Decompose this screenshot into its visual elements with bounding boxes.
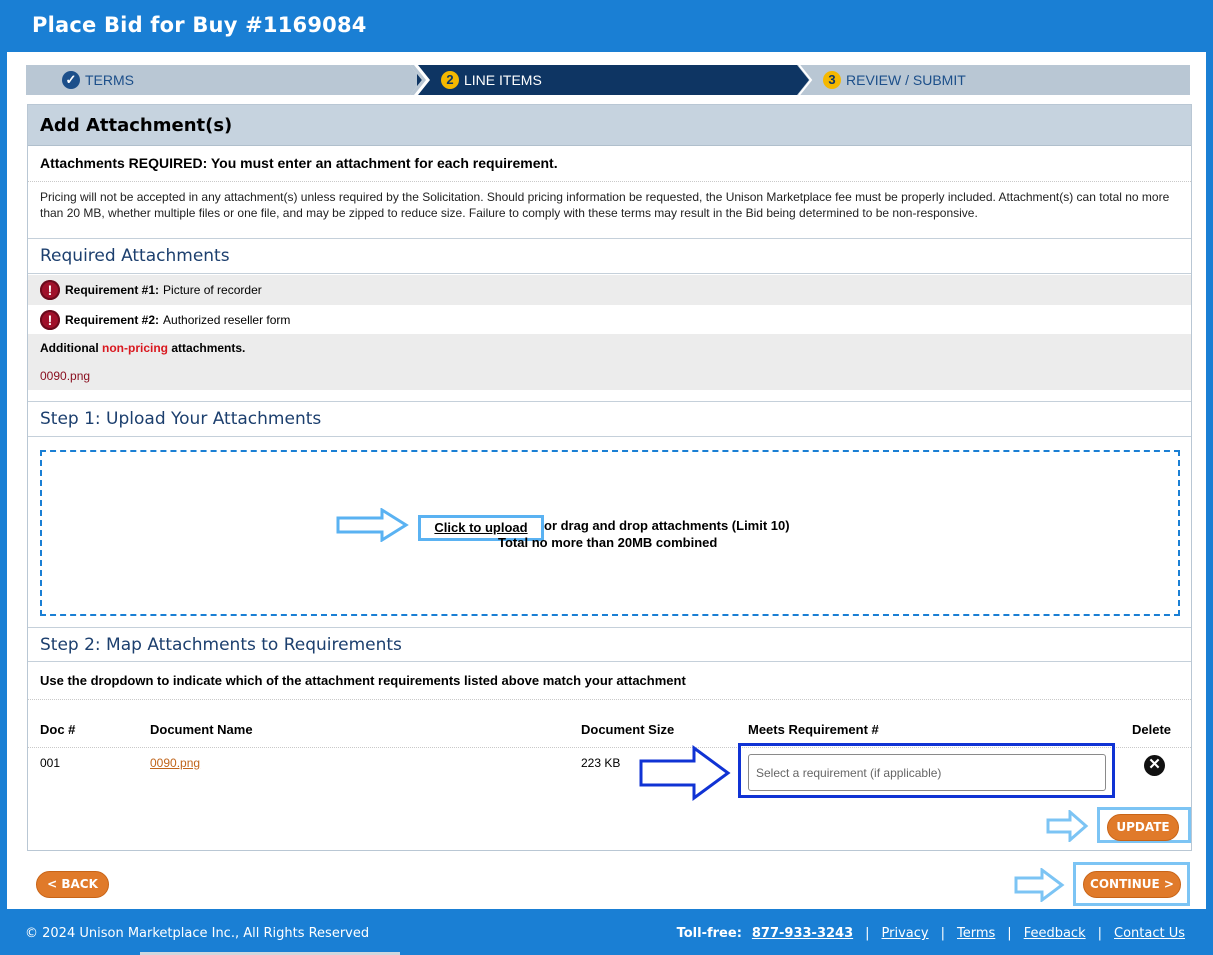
progress-steps: ✓ TERMS 2 LINE ITEMS 3 REVIEW / SUBMIT xyxy=(26,65,1190,95)
update-button[interactable]: UPDATE xyxy=(1107,814,1179,841)
requirement-text: Picture of recorder xyxy=(163,283,262,297)
additional-attachments: Additional non-pricing attachments. 0090… xyxy=(28,334,1191,390)
terms-link[interactable]: Terms xyxy=(957,926,995,941)
requirement-select[interactable]: Select a requirement (if applicable) xyxy=(748,754,1106,791)
separator: | xyxy=(940,926,945,941)
page-title: Place Bid for Buy #1169084 xyxy=(32,13,367,37)
copyright: © 2024 Unison Marketplace Inc., All Righ… xyxy=(25,926,370,941)
chevron-divider-icon xyxy=(794,65,813,95)
back-button[interactable]: < BACK xyxy=(36,871,109,898)
arrow-right-icon xyxy=(639,745,731,801)
required-attachments-title: Required Attachments xyxy=(40,246,230,266)
upload-size-limit: Total no more than 20MB combined xyxy=(498,535,718,550)
upload-dropzone[interactable] xyxy=(40,450,1180,616)
requirement-row: ! Requirement #1: Picture of recorder xyxy=(28,275,1191,305)
step-review-submit: 3 REVIEW / SUBMIT xyxy=(823,65,966,95)
close-circle-icon[interactable]: ✕ xyxy=(1144,755,1165,776)
additional-label: Additional non-pricing attachments. xyxy=(40,341,245,355)
footer: © 2024 Unison Marketplace Inc., All Righ… xyxy=(0,909,1213,955)
chevron-divider-icon xyxy=(410,65,430,95)
additional-file: 0090.png xyxy=(40,369,91,383)
step-number-badge: 2 xyxy=(441,71,459,89)
arrow-right-icon xyxy=(336,508,409,542)
separator: | xyxy=(865,926,870,941)
step-terms: ✓ TERMS xyxy=(62,65,134,95)
feedback-link[interactable]: Feedback xyxy=(1024,926,1086,941)
non-pricing-highlight: non-pricing xyxy=(102,341,169,355)
separator: | xyxy=(1007,926,1012,941)
left-border xyxy=(0,0,7,955)
panel-header: Add Attachment(s) xyxy=(28,105,1191,146)
step1-title: Step 1: Upload Your Attachments xyxy=(40,409,322,429)
document-name-link[interactable]: 0090.png xyxy=(150,756,200,770)
requirement-row: ! Requirement #2: Authorized reseller fo… xyxy=(28,305,1191,335)
privacy-link[interactable]: Privacy xyxy=(882,926,929,941)
requirement-label: Requirement #2: xyxy=(65,313,160,327)
header-bar: Place Bid for Buy #1169084 xyxy=(0,0,1213,52)
phone-link[interactable]: 877-933-3243 xyxy=(752,926,853,941)
alert-icon: ! xyxy=(40,280,60,300)
separator: | xyxy=(1097,926,1102,941)
additional-prefix: Additional xyxy=(40,341,99,355)
contact-us-link[interactable]: Contact Us xyxy=(1114,926,1185,941)
pricing-note: Pricing will not be accepted in any atta… xyxy=(40,190,1170,220)
step-number-badge: 3 xyxy=(823,71,841,89)
doc-number-cell: 001 xyxy=(40,756,61,770)
divider xyxy=(28,401,1191,402)
document-size-cell: 223 KB xyxy=(581,756,621,770)
col-meets-requirement: Meets Requirement # xyxy=(748,722,879,737)
divider xyxy=(28,181,1191,182)
map-instructions: Use the dropdown to indicate which of th… xyxy=(40,673,686,688)
step-terms-label: TERMS xyxy=(85,72,134,88)
tollfree-label: Toll-free: xyxy=(676,926,742,941)
step-review-submit-label: REVIEW / SUBMIT xyxy=(846,72,966,88)
requirement-text: Authorized reseller form xyxy=(163,313,291,327)
attachments-panel: Add Attachment(s) Attachments REQUIRED: … xyxy=(27,104,1192,851)
footer-links: Toll-free: 877-933-3243 | Privacy | Term… xyxy=(677,926,1185,941)
col-document-size: Document Size xyxy=(581,722,675,737)
page: Place Bid for Buy #1169084 ✓ TERMS 2 LIN… xyxy=(0,0,1213,955)
divider xyxy=(28,661,1191,662)
col-document-name: Document Name xyxy=(150,722,253,737)
requirement-label: Requirement #1: xyxy=(65,283,160,297)
divider xyxy=(28,273,1191,274)
additional-suffix: attachments. xyxy=(171,341,246,355)
arrow-right-icon xyxy=(1014,868,1065,902)
divider xyxy=(28,238,1191,239)
step-line-items-label: LINE ITEMS xyxy=(464,72,542,88)
panel-title: Add Attachment(s) xyxy=(40,115,233,136)
step-line-items: 2 LINE ITEMS xyxy=(441,65,542,95)
upload-instructions: or drag and drop attachments (Limit 10) xyxy=(544,518,790,533)
step2-title: Step 2: Map Attachments to Requirements xyxy=(40,635,402,655)
divider xyxy=(28,436,1191,437)
col-doc-number: Doc # xyxy=(40,722,76,737)
checkmark-icon: ✓ xyxy=(62,71,80,89)
required-note: Attachments REQUIRED: You must enter an … xyxy=(40,155,558,171)
continue-button[interactable]: CONTINUE > xyxy=(1083,871,1181,898)
divider xyxy=(28,699,1191,700)
right-border xyxy=(1206,0,1213,955)
arrow-right-icon xyxy=(1046,810,1089,842)
divider xyxy=(28,627,1191,628)
col-delete: Delete xyxy=(1132,722,1172,737)
alert-icon: ! xyxy=(40,310,60,330)
